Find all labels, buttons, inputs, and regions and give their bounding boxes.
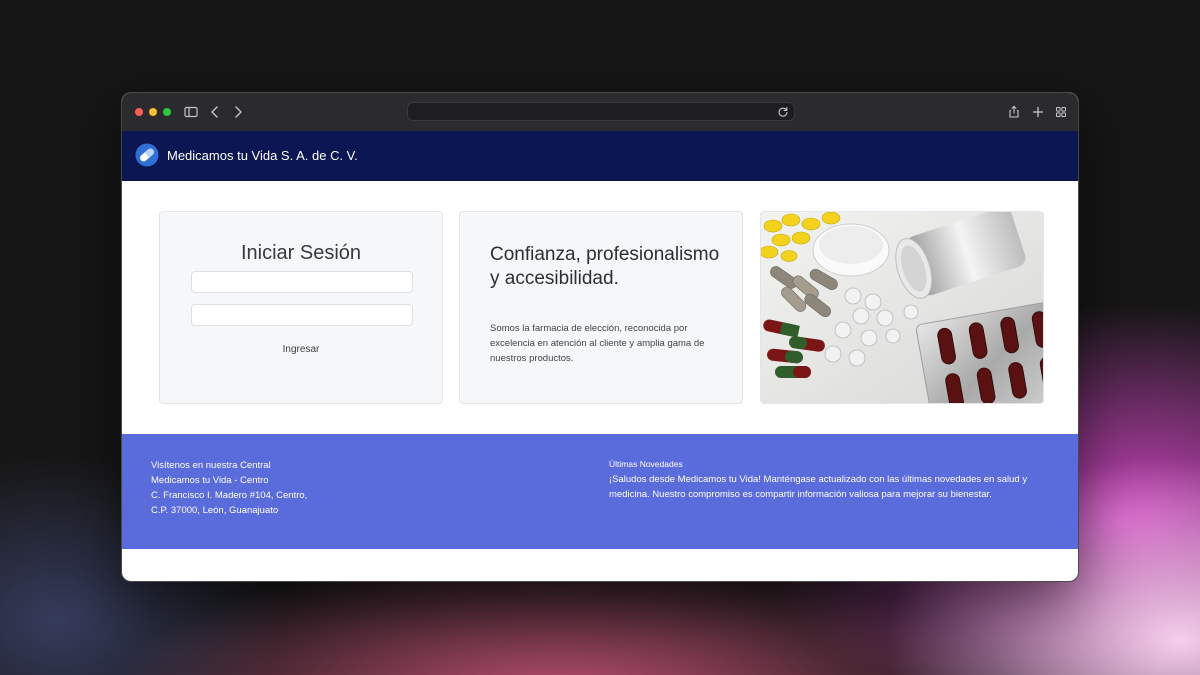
news-text: ¡Saludos desde Medicamos tu Vida! Mantén… [609, 474, 1028, 500]
pills-illustration [761, 212, 1043, 403]
pill-logo-icon[interactable] [135, 143, 159, 167]
share-icon[interactable] [1005, 103, 1023, 121]
reload-icon[interactable] [776, 105, 790, 119]
browser-window: Medicamos tu Vida S. A. de C. V. Iniciar… [121, 92, 1079, 582]
footer-address-line: C.P. 37000, León, Guanajuato [151, 505, 279, 516]
address-bar[interactable] [407, 102, 795, 121]
login-card: Iniciar Sesión Ingresar [159, 211, 443, 404]
plus-icon[interactable] [1029, 103, 1047, 121]
footer-address-line: C. Francisco I. Madero #104, Centro, [151, 490, 308, 501]
chevron-left-icon[interactable] [206, 103, 224, 121]
login-title: Iniciar Sesión [240, 242, 362, 264]
login-submit-button[interactable]: Ingresar [160, 344, 442, 355]
footer-address: Visítenos en nuestra Central Medicamos t… [151, 458, 307, 518]
tab-overview-icon[interactable] [1052, 103, 1070, 121]
zoom-window-button[interactable] [163, 108, 171, 116]
minimize-window-button[interactable] [149, 108, 157, 116]
sidebar-icon[interactable] [182, 103, 200, 121]
username-input[interactable] [191, 271, 413, 293]
pharmaceutical-pills-image [760, 211, 1044, 404]
brand-name[interactable]: Medicamos tu Vida S. A. de C. V. [167, 148, 358, 163]
footer-address-line: Medicamos tu Vida - Centro [151, 475, 269, 486]
footer-address-line: Visítenos en nuestra Central [151, 460, 271, 471]
site-footer: Visítenos en nuestra Central Medicamos t… [122, 434, 1078, 549]
close-window-button[interactable] [135, 108, 143, 116]
news-title: Últimas Novedades [609, 459, 683, 469]
password-input[interactable] [191, 304, 413, 326]
chevron-right-icon[interactable] [229, 103, 247, 121]
info-description: Somos la farmacia de elección, reconocid… [490, 323, 705, 364]
browser-toolbar [122, 93, 1078, 131]
info-heading: Confianza, profesionalismo y accesibilid… [490, 244, 720, 289]
site-navbar: Medicamos tu Vida S. A. de C. V. [122, 131, 1078, 181]
info-card: Confianza, profesionalismo y accesibilid… [459, 211, 743, 404]
